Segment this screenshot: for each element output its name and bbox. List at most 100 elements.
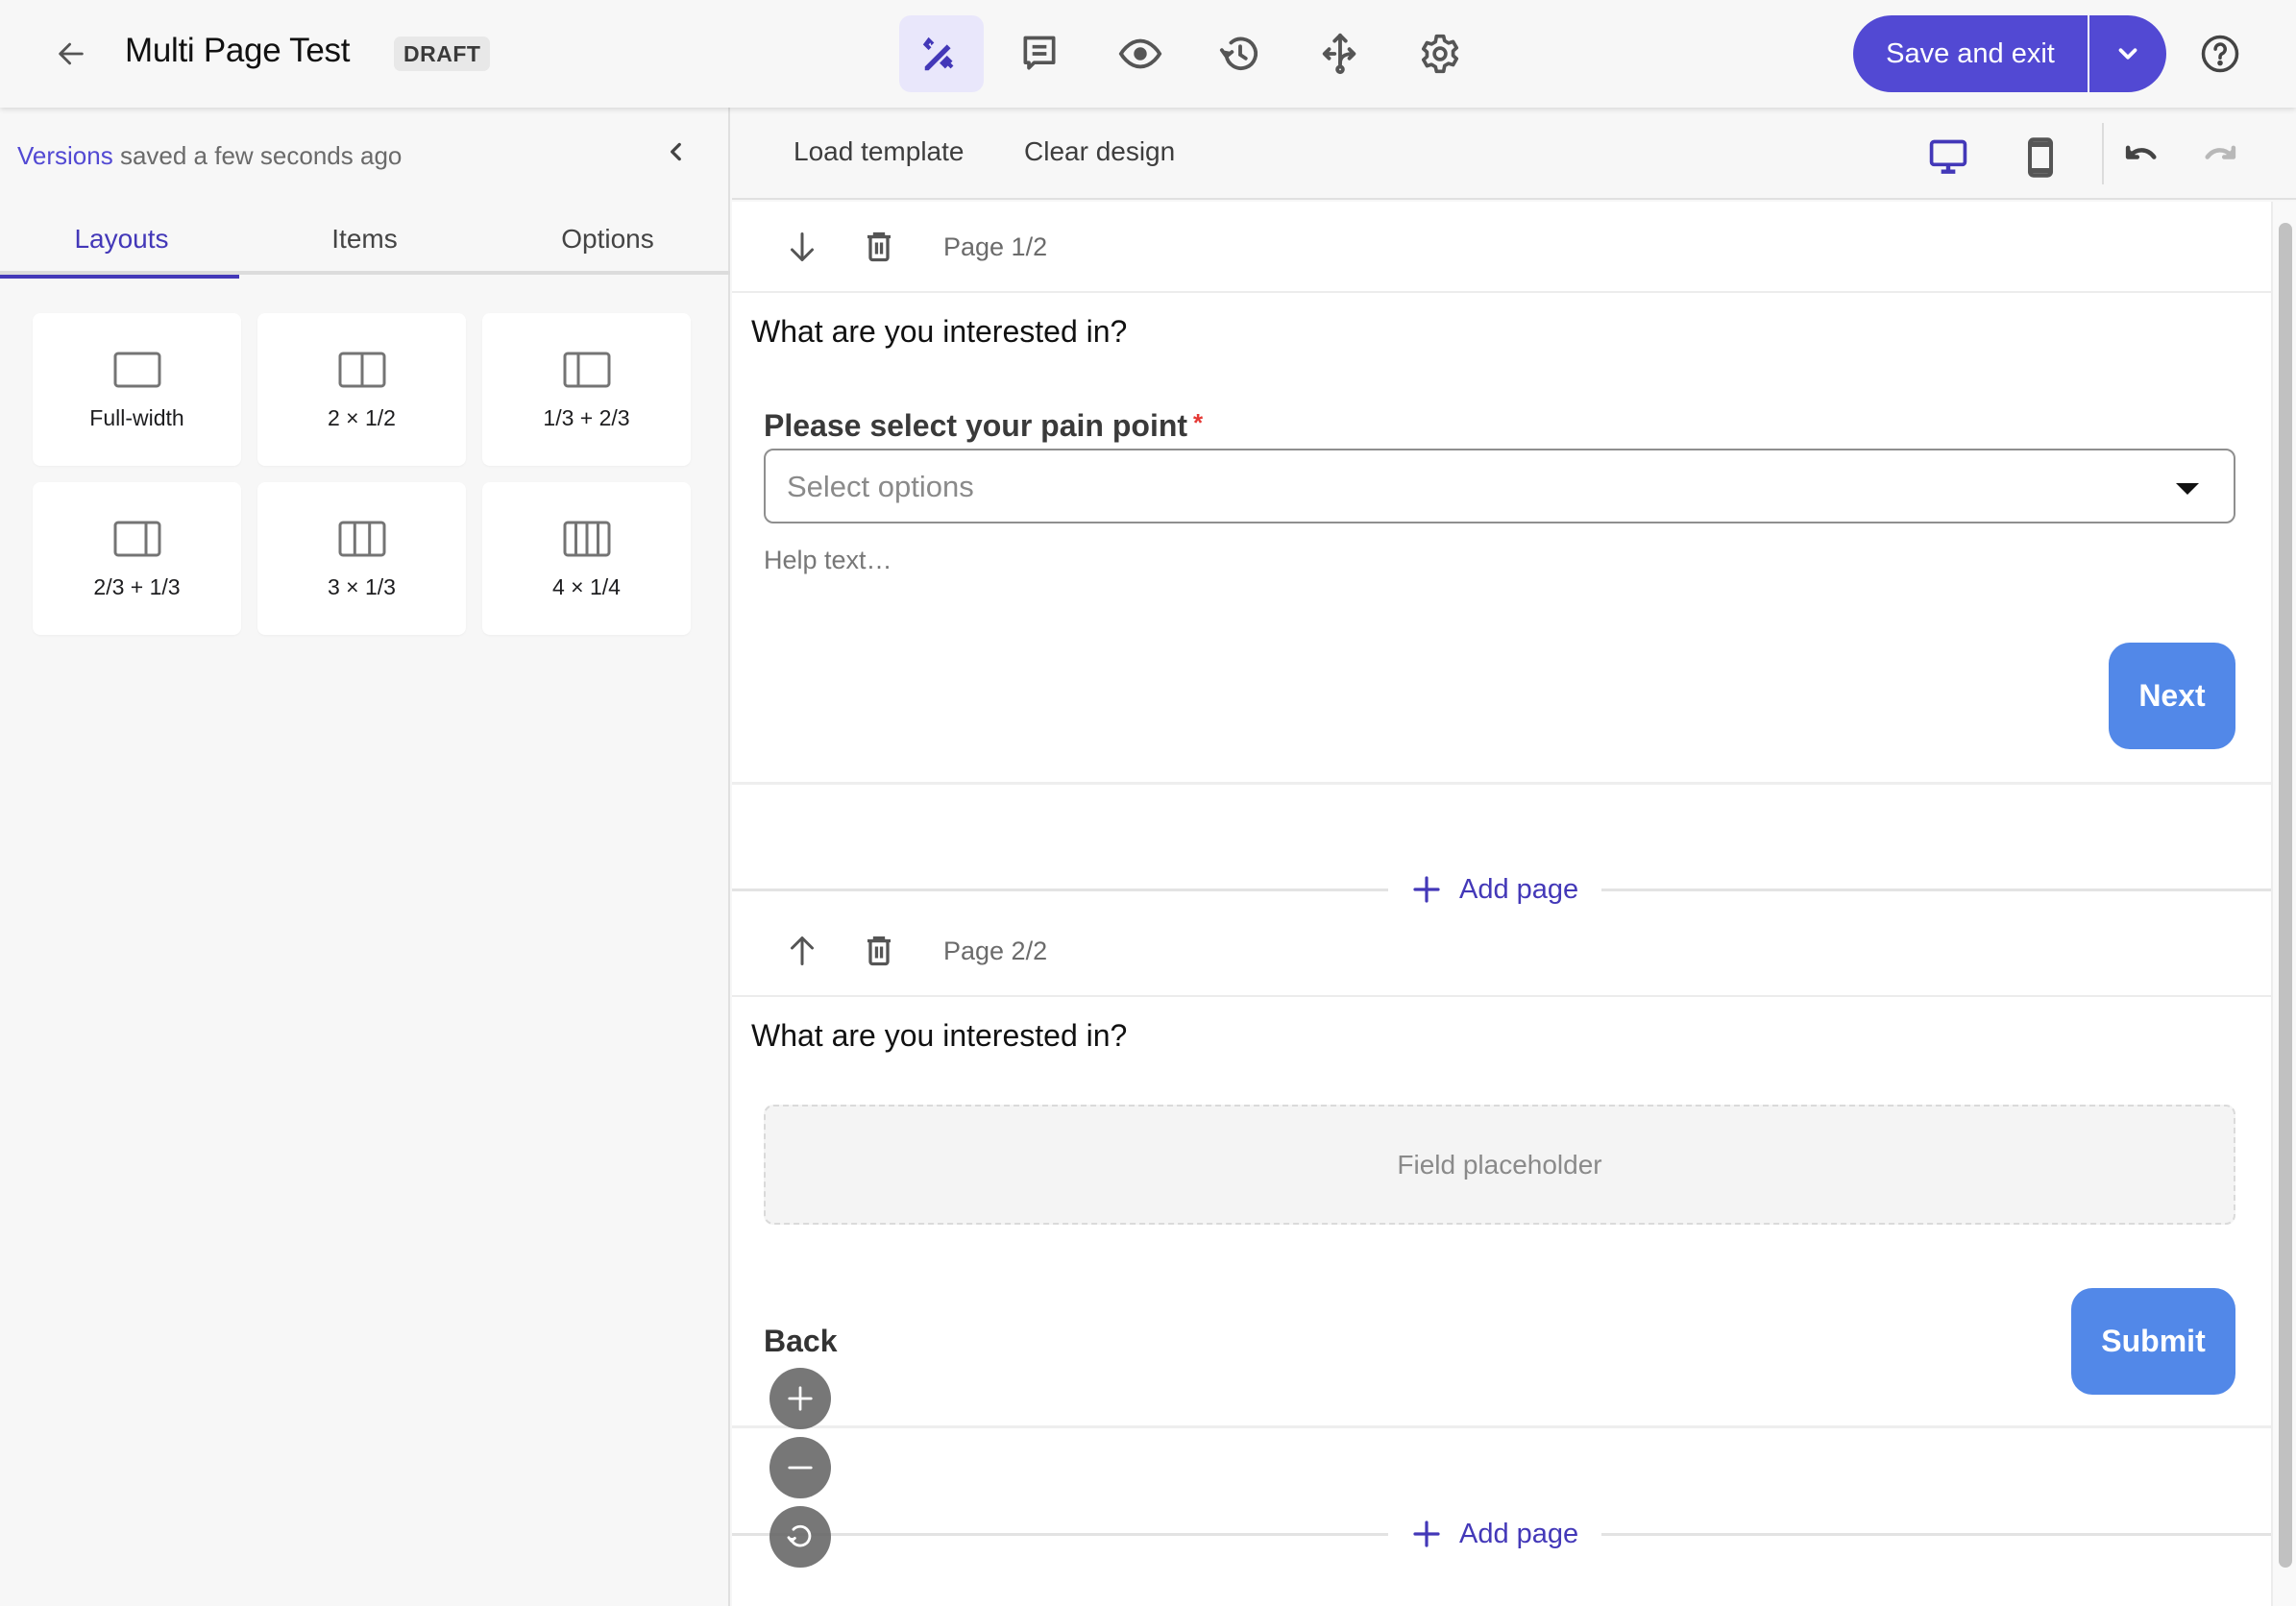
help-circle-icon [2201,35,2239,73]
required-asterisk: * [1193,408,1204,437]
select-placeholder: Select options [787,470,974,503]
page-2-bottom-divider [732,1425,2271,1428]
versions-link[interactable]: Versions [17,141,113,170]
layout-card-two-halves[interactable]: 2 × 1/2 [257,313,466,466]
minus-icon [788,1466,813,1470]
versions-saved-text: saved a few seconds ago [112,141,403,170]
add-page-label: Add page [1459,873,1579,905]
help-button[interactable] [2197,31,2243,77]
move-page-down-button[interactable] [780,225,824,269]
next-button[interactable]: Next [2109,643,2235,749]
gear-icon [1421,34,1459,74]
pain-point-label-text: Please select your pain point [764,408,1188,443]
layout-grid: Full-width 2 × 1/2 1/3 + 2/3 2/3 + 1/3 3… [33,313,691,635]
layout-label: 2 × 1/2 [328,405,396,430]
trash-icon [867,936,891,966]
layout-label: 1/3 + 2/3 [543,405,630,430]
zoom-out-button[interactable] [769,1437,831,1498]
page-1-label: Page 1/2 [943,232,1048,261]
save-button-group: Save and exit [1853,15,2166,92]
mode-logic-button[interactable] [1298,15,1382,92]
save-options-dropdown[interactable] [2089,15,2166,92]
layout-four-quarters-icon [563,521,610,557]
pain-point-help-text[interactable]: Help text… [764,546,892,575]
tab-layouts[interactable]: Layouts [0,204,243,279]
arrow-up-icon [791,937,814,965]
delete-page-2-button[interactable] [857,929,901,973]
field-placeholder-dropzone[interactable]: Field placeholder [764,1105,2235,1225]
move-page-up-button[interactable] [780,929,824,973]
history-icon [1219,36,1258,70]
mode-comments-button[interactable] [997,15,1082,92]
desktop-icon [1929,139,1967,174]
add-page-button-2[interactable]: Add page [1388,1515,1602,1553]
pain-point-select[interactable]: Select options [764,449,2235,523]
add-page-row-2: Add page [732,1515,2271,1553]
layout-full-width-icon [113,352,160,388]
mode-history-button[interactable] [1198,15,1282,92]
desktop-view-button[interactable] [1902,117,1994,207]
layout-card-three-thirds[interactable]: 3 × 1/3 [257,482,466,635]
chevron-left-icon [671,142,681,161]
collapse-sidebar-button[interactable] [657,133,696,171]
undo-icon [2125,145,2157,159]
load-template-button[interactable]: Load template [794,136,964,167]
submit-button[interactable]: Submit [2071,1288,2235,1395]
layout-card-full-width[interactable]: Full-width [33,313,241,466]
sidebar: Versions saved a few seconds ago Layouts… [0,108,730,1606]
layout-third-two-thirds-icon [563,352,610,388]
arrow-left-icon [59,42,84,65]
add-page-row-1: Add page [732,870,2271,909]
layout-label: 3 × 1/3 [328,574,396,599]
layout-card-third-two-thirds[interactable]: 1/3 + 2/3 [482,313,691,466]
trash-icon [867,231,891,262]
undo-button[interactable] [2117,129,2167,179]
page-2-question-heading[interactable]: What are you interested in? [751,1018,1127,1054]
redo-icon [2205,145,2236,159]
save-and-exit-button[interactable]: Save and exit [1853,15,2088,92]
mobile-icon [2027,137,2054,178]
pain-point-label[interactable]: Please select your pain point * [764,408,1203,444]
form-title: Multi Page Test [125,32,351,69]
page-2-label: Page 2/2 [943,937,1048,965]
page-1-header: Page 1/2 [732,202,2271,293]
arrow-down-icon [791,232,814,261]
page-2-header: Page 2/2 [732,906,2271,997]
scrollbar-thumb[interactable] [2279,223,2292,1568]
layout-three-thirds-icon [338,521,385,557]
mode-settings-button[interactable] [1398,15,1482,92]
zoom-reset-button[interactable] [769,1506,831,1568]
page-1-bottom-divider [732,782,2271,785]
caret-down-icon [2176,483,2199,495]
add-page-label: Add page [1459,1518,1579,1549]
layout-two-halves-icon [338,352,385,388]
back-button[interactable]: Back [764,1324,838,1359]
back-button[interactable] [50,33,92,75]
canvas-scrollbar[interactable] [2271,202,2296,1606]
status-badge: DRAFT [394,36,491,71]
delete-page-1-button[interactable] [857,225,901,269]
layout-card-two-thirds-third[interactable]: 2/3 + 1/3 [33,482,241,635]
branch-arrows-icon [1322,33,1356,75]
versions-status: Versions saved a few seconds ago [17,141,402,171]
layout-label: 2/3 + 1/3 [93,574,181,599]
tab-options[interactable]: Options [486,204,729,275]
tab-items[interactable]: Items [243,204,486,275]
layout-card-four-quarters[interactable]: 4 × 1/4 [482,482,691,635]
design-tools-icon [922,36,954,71]
chevron-down-icon [2118,48,2137,60]
mobile-view-button[interactable] [1994,117,2087,198]
editor-toolbar: Load template Clear design [732,108,2296,207]
eye-icon [1118,38,1162,69]
page-1-question-heading[interactable]: What are you interested in? [751,314,1127,350]
reset-icon [787,1524,812,1547]
zoom-in-button[interactable] [769,1368,831,1429]
mode-design-button[interactable] [899,15,984,92]
clear-design-button[interactable]: Clear design [1024,136,1175,167]
redo-button[interactable] [2194,129,2244,179]
comment-icon [1023,36,1056,70]
add-page-button-1[interactable]: Add page [1388,870,1602,909]
layout-label: Full-width [89,405,184,430]
form-canvas: Page 1/2 What are you interested in? Ple… [732,202,2271,1606]
mode-preview-button[interactable] [1098,15,1183,92]
